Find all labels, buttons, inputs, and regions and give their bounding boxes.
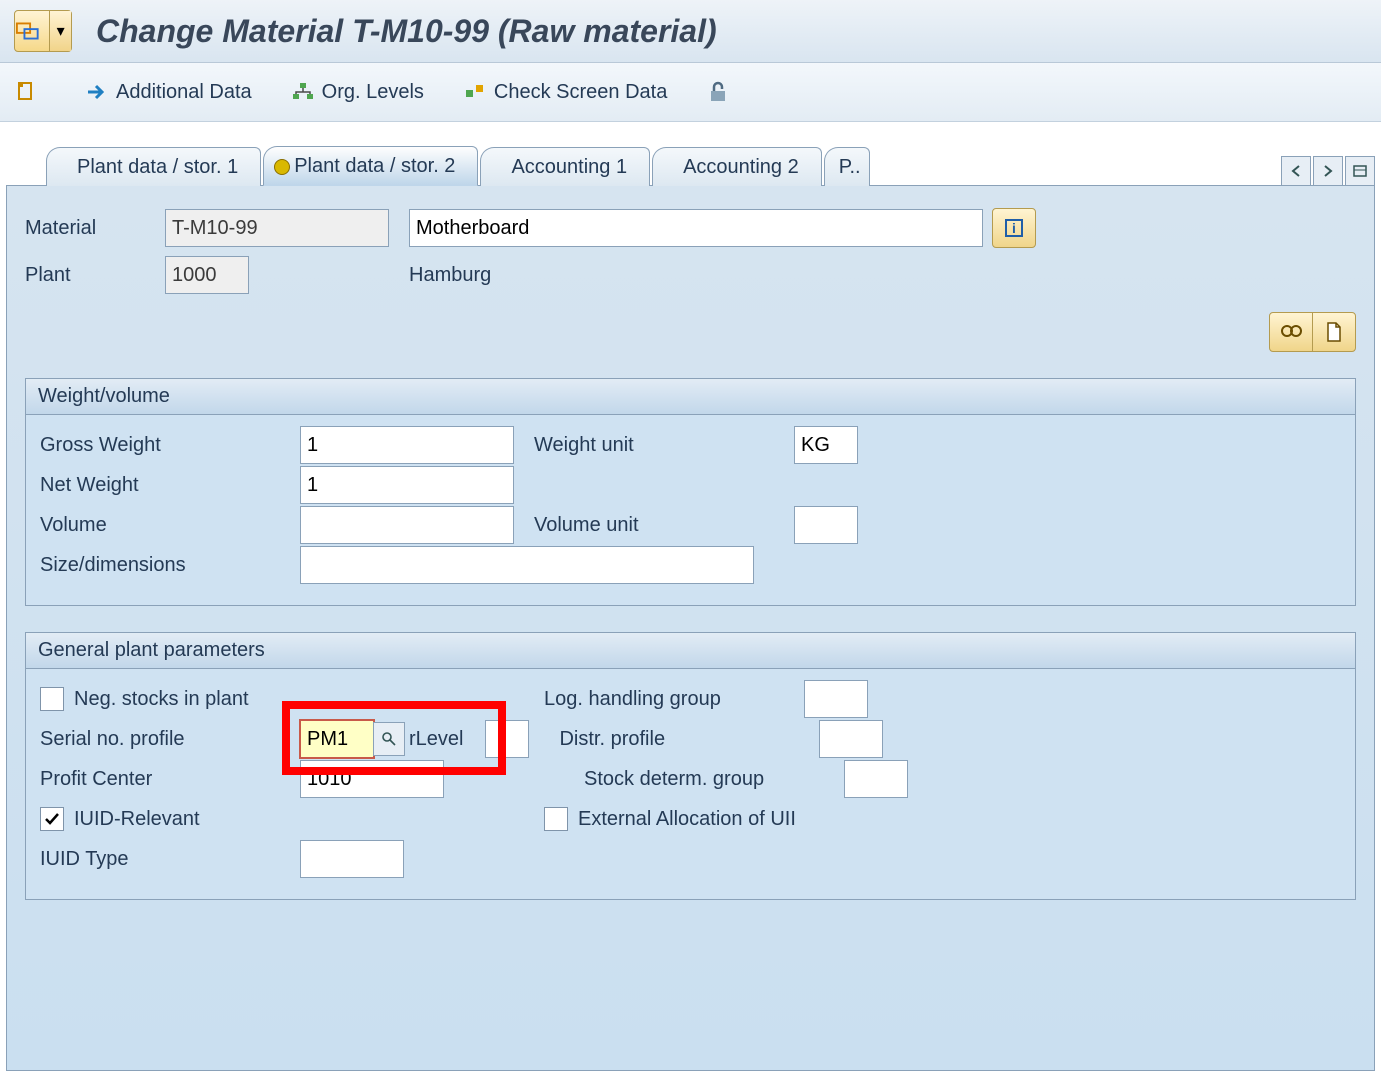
arrow-right-icon bbox=[86, 83, 108, 101]
tab-accounting-1[interactable]: Accounting 1 bbox=[480, 147, 650, 186]
tab-more[interactable]: P.. bbox=[824, 147, 870, 186]
profit-center-field[interactable] bbox=[300, 760, 444, 798]
toolbar-back[interactable] bbox=[16, 81, 46, 103]
material-label: Material bbox=[25, 217, 165, 240]
iuid-type-field[interactable] bbox=[300, 840, 404, 878]
volume-unit-field[interactable] bbox=[794, 506, 858, 544]
lock-icon bbox=[707, 80, 729, 104]
menu-button[interactable]: ▾ bbox=[14, 10, 72, 52]
new-doc-button[interactable] bbox=[1312, 312, 1356, 352]
profit-center-label: Profit Center bbox=[40, 768, 300, 791]
iuid-relevant-checkbox[interactable] bbox=[40, 807, 64, 831]
net-weight-label: Net Weight bbox=[40, 474, 300, 497]
serial-profile-f4-button[interactable] bbox=[373, 722, 405, 756]
rlevel-field[interactable] bbox=[485, 720, 529, 758]
volume-field[interactable] bbox=[300, 506, 514, 544]
iuid-relevant-label: IUID-Relevant bbox=[74, 808, 304, 831]
distr-profile-field[interactable] bbox=[819, 720, 883, 758]
toolbar-check-screen[interactable]: Check Screen Data bbox=[464, 81, 667, 104]
tab-panel: Material i Plant Hamburg Weight/volu bbox=[6, 185, 1375, 1071]
tab-scroll-left[interactable] bbox=[1281, 156, 1311, 186]
stock-determ-group-label: Stock determ. group bbox=[584, 768, 844, 791]
log-handling-group-label: Log. handling group bbox=[544, 688, 804, 711]
iuid-type-label: IUID Type bbox=[40, 848, 300, 871]
serial-profile-label: Serial no. profile bbox=[40, 728, 300, 751]
weight-unit-label: Weight unit bbox=[534, 434, 794, 457]
neg-stocks-checkbox[interactable] bbox=[40, 687, 64, 711]
org-icon bbox=[292, 82, 314, 102]
group-weight-volume-header: Weight/volume bbox=[26, 379, 1355, 415]
document-icon bbox=[16, 81, 38, 103]
gross-weight-label: Gross Weight bbox=[40, 434, 300, 457]
group-general-plant-params: General plant parameters Neg. stocks in … bbox=[25, 632, 1356, 900]
plant-field[interactable] bbox=[165, 256, 249, 294]
group-weight-volume: Weight/volume Gross Weight Weight unit N… bbox=[25, 378, 1356, 606]
ext-alloc-checkbox[interactable] bbox=[544, 807, 568, 831]
tab-accounting-2[interactable]: Accounting 2 bbox=[652, 147, 822, 186]
display-button[interactable] bbox=[1269, 312, 1313, 352]
size-label: Size/dimensions bbox=[40, 554, 300, 577]
ext-alloc-label: External Allocation of UII bbox=[578, 808, 878, 831]
rlevel-label: rLevel bbox=[409, 728, 463, 751]
tab-plant-data-stor-1[interactable]: Plant data / stor. 1 bbox=[46, 147, 261, 186]
tab-plant-data-stor-2[interactable]: Plant data / stor. 2 bbox=[263, 146, 478, 186]
toolbar-org-levels[interactable]: Org. Levels bbox=[292, 81, 424, 104]
size-field[interactable] bbox=[300, 546, 754, 584]
tab-scroll-right[interactable] bbox=[1313, 156, 1343, 186]
title-bar: ▾ Change Material T-M10-99 (Raw material… bbox=[0, 0, 1381, 63]
weight-unit-field[interactable] bbox=[794, 426, 858, 464]
volume-label: Volume bbox=[40, 514, 300, 537]
gross-weight-field[interactable] bbox=[300, 426, 514, 464]
material-desc-field[interactable] bbox=[409, 209, 983, 247]
material-field[interactable] bbox=[165, 209, 389, 247]
svg-text:i: i bbox=[1012, 220, 1016, 236]
tab-strip: Plant data / stor. 1 Plant data / stor. … bbox=[46, 142, 1375, 186]
tab-list-button[interactable] bbox=[1345, 156, 1375, 186]
serial-profile-field[interactable] bbox=[300, 720, 374, 758]
log-handling-group-field[interactable] bbox=[804, 680, 868, 718]
toolbar-lock[interactable] bbox=[707, 80, 737, 104]
toolbar-org-levels-label: Org. Levels bbox=[322, 81, 424, 104]
distr-profile-label: Distr. profile bbox=[559, 728, 819, 751]
info-button[interactable]: i bbox=[992, 208, 1036, 248]
stock-determ-group-field[interactable] bbox=[844, 760, 908, 798]
menu-drop-icon: ▾ bbox=[49, 11, 71, 51]
group-general-plant-params-header: General plant parameters bbox=[26, 633, 1355, 669]
volume-unit-label: Volume unit bbox=[534, 514, 794, 537]
neg-stocks-label: Neg. stocks in plant bbox=[74, 688, 304, 711]
active-tab-icon bbox=[274, 159, 290, 175]
app-toolbar: Additional Data Org. Levels Check Screen… bbox=[0, 63, 1381, 122]
plant-label: Plant bbox=[25, 264, 165, 287]
page-title: Change Material T-M10-99 (Raw material) bbox=[96, 13, 717, 50]
check-icon bbox=[464, 82, 486, 102]
toolbar-check-screen-label: Check Screen Data bbox=[494, 81, 667, 104]
toolbar-additional-data[interactable]: Additional Data bbox=[86, 81, 252, 104]
net-weight-field[interactable] bbox=[300, 466, 514, 504]
toolbar-additional-data-label: Additional Data bbox=[116, 81, 252, 104]
plant-desc: Hamburg bbox=[409, 264, 491, 287]
